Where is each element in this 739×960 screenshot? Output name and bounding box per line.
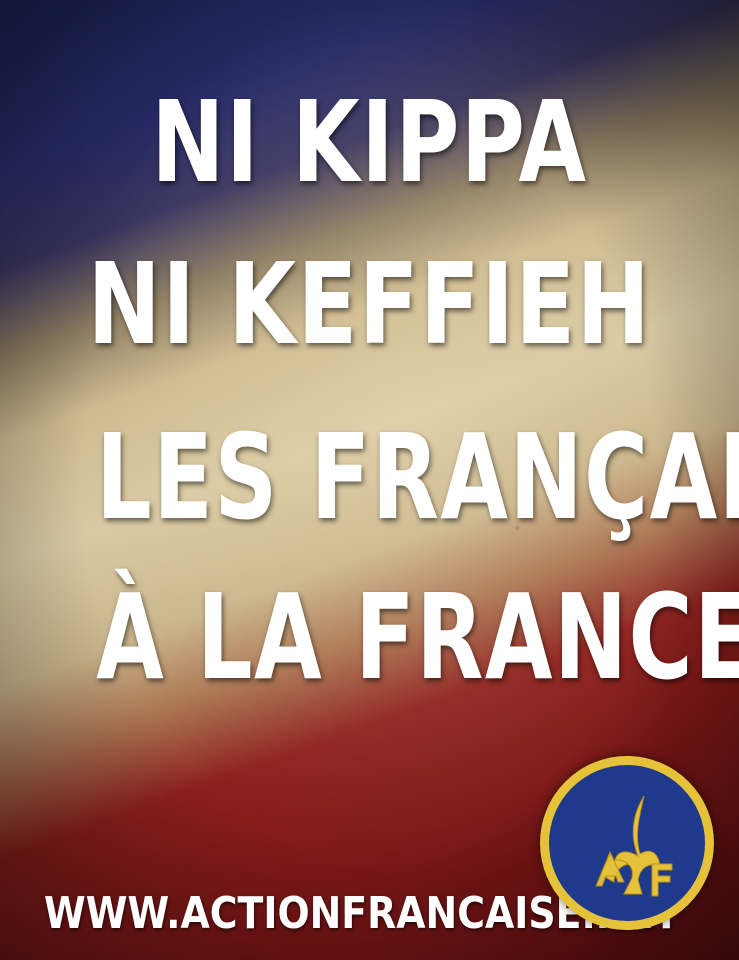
headline-line-4: À LA FRANCE ! — [96, 568, 739, 706]
poster: NI KIPPA NI KEFFIEH LES FRANÇAIS À LA FR… — [0, 0, 739, 960]
headline-line-3: LES FRANÇAIS — [96, 408, 739, 546]
action-francaise-logo — [540, 756, 714, 930]
headline-line-1: NI KIPPA — [151, 78, 588, 208]
headline-line-2: NI KEFFIEH — [87, 240, 652, 370]
fleur-de-lis-icon — [595, 795, 673, 897]
